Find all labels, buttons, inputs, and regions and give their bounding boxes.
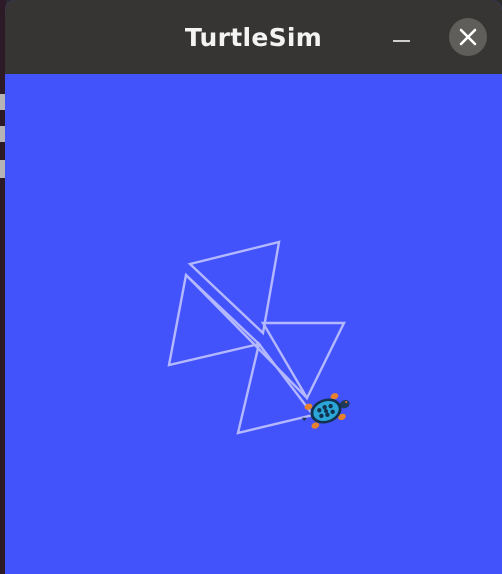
trail-triangle bbox=[260, 321, 346, 401]
minimize-icon bbox=[393, 40, 410, 42]
close-button[interactable] bbox=[449, 18, 487, 56]
trail-line bbox=[185, 274, 308, 399]
turtlesim-window: TurtleSim bbox=[5, 0, 502, 574]
minimize-button[interactable] bbox=[386, 22, 418, 54]
trail-triangle bbox=[167, 272, 262, 367]
close-icon bbox=[459, 28, 477, 46]
window-title: TurtleSim bbox=[184, 23, 323, 52]
turtle-canvas[interactable] bbox=[5, 74, 502, 574]
title-bar[interactable]: TurtleSim bbox=[5, 0, 502, 74]
